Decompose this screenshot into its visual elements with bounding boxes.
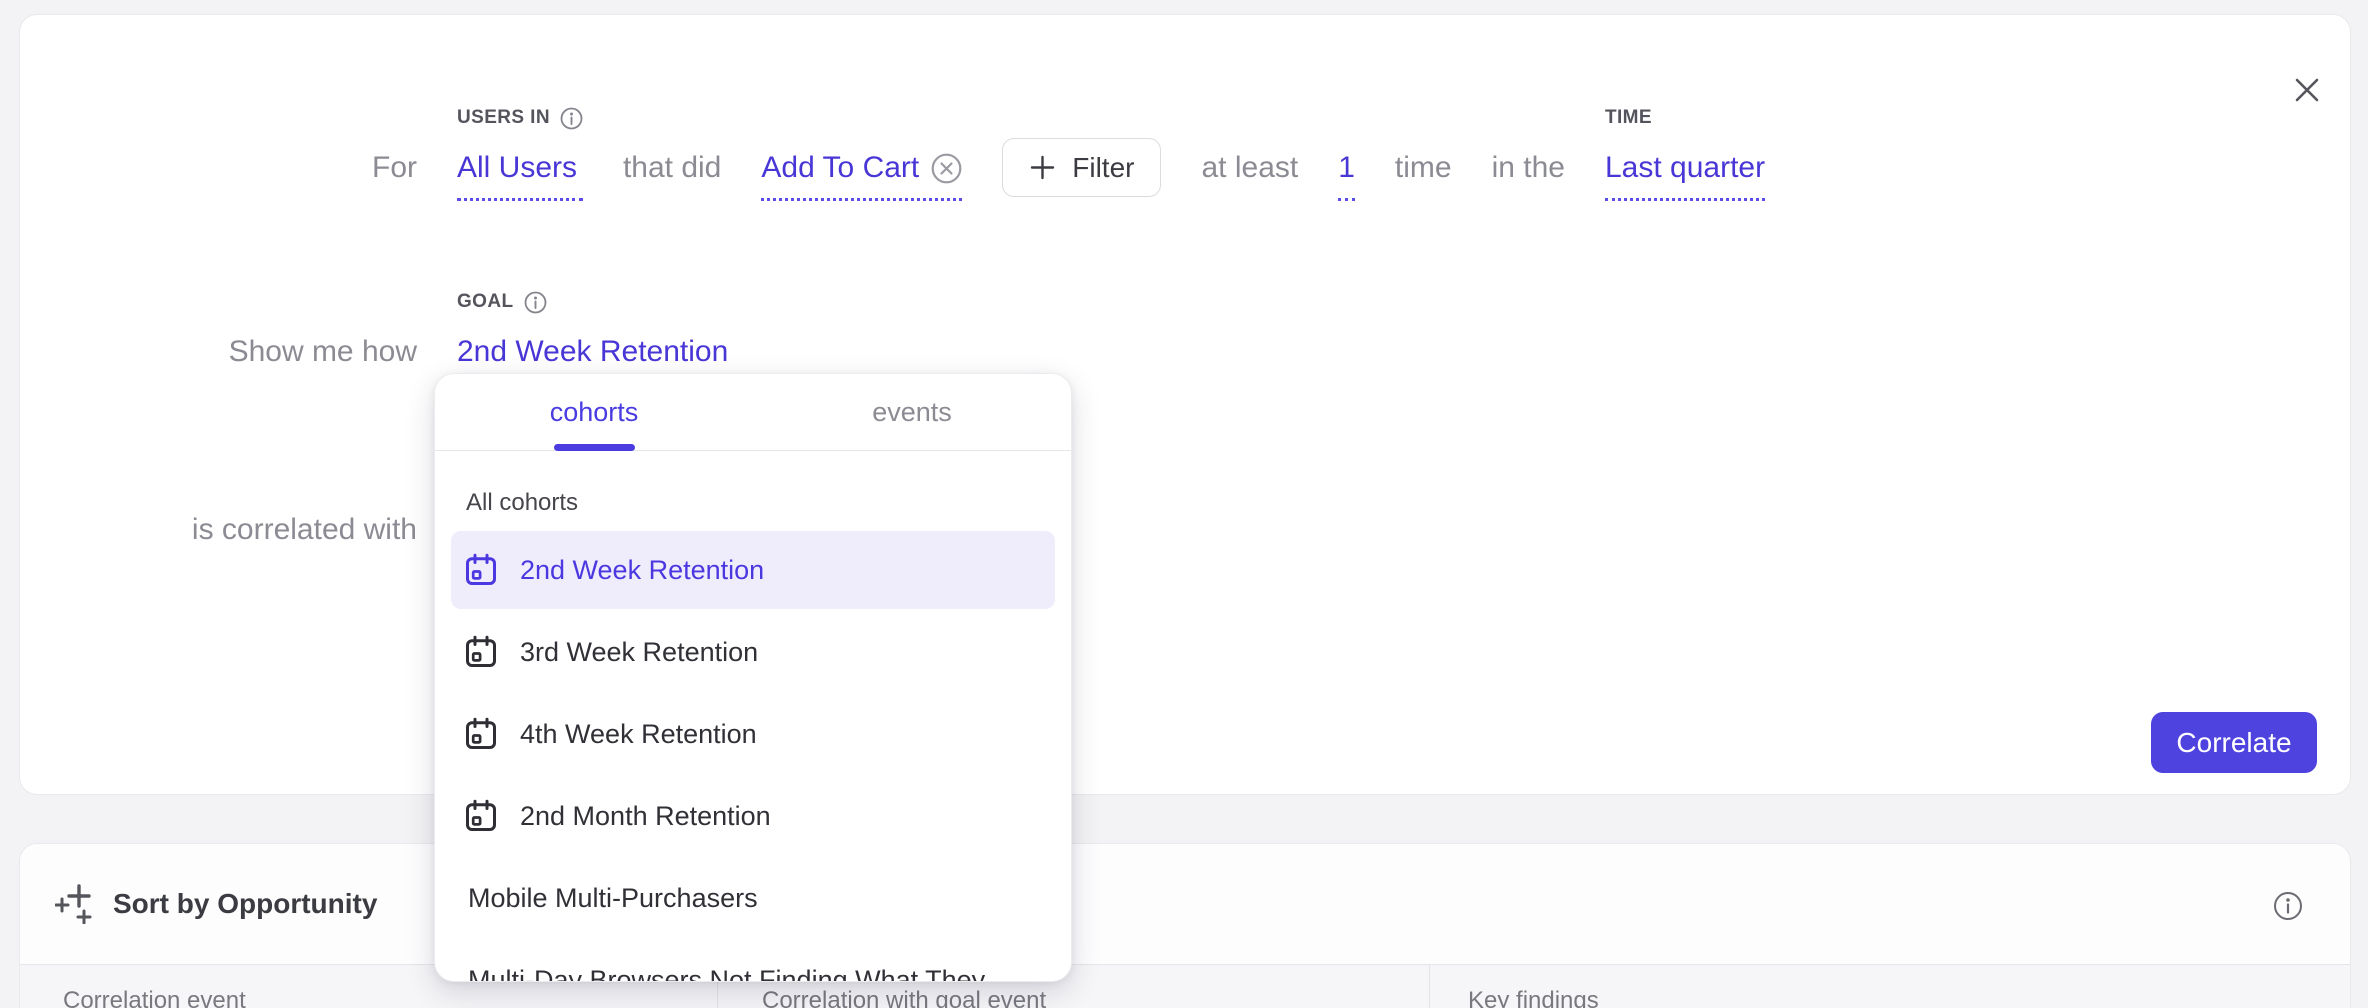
- count-slot: 1: [1338, 107, 1355, 201]
- sparkle-plus-icon: [55, 884, 103, 924]
- time-text: time: [1395, 151, 1452, 185]
- sort-by-opportunity-button[interactable]: Sort by Opportunity: [55, 884, 377, 924]
- correlation-query-page: For USERS IN All Users that did Add To C…: [0, 0, 2368, 1008]
- row2-prefix: Show me how: [167, 335, 417, 369]
- query-row-users: For USERS IN All Users that did Add To C…: [167, 107, 1765, 201]
- time-slot: TIME Last quarter: [1605, 107, 1765, 201]
- close-icon: [2294, 77, 2320, 103]
- row1-prefix: For: [167, 151, 417, 185]
- calendar-icon: [463, 716, 499, 752]
- results-table-header: Correlation event Correlation with goal …: [20, 964, 2350, 1008]
- users-in-slot: USERS IN All Users: [457, 107, 583, 201]
- that-did-text: that did: [623, 151, 721, 185]
- row3-prefix: is correlated with: [167, 513, 417, 547]
- dropdown-tabs: cohorts events: [435, 374, 1071, 451]
- cohort-option-label: Multi-Day Browsers Not Finding What They: [468, 965, 985, 983]
- time-label-text: TIME: [1605, 107, 1652, 129]
- goal-label-text: GOAL: [457, 291, 514, 313]
- cohort-option-label: 2nd Month Retention: [520, 801, 771, 832]
- cohort-option-3rd-week-retention[interactable]: 3rd Week Retention: [451, 611, 1055, 693]
- cohort-option-4th-week-retention[interactable]: 4th Week Retention: [451, 693, 1055, 775]
- users-in-label: USERS IN: [457, 107, 583, 151]
- query-builder-card: For USERS IN All Users that did Add To C…: [19, 14, 2351, 795]
- results-card: Sort by Opportunity Correlation event Co…: [19, 843, 2351, 1008]
- event-selector[interactable]: Add To Cart: [761, 151, 962, 201]
- calendar-icon: [463, 552, 499, 588]
- tab-cohorts[interactable]: cohorts: [435, 374, 753, 450]
- correlate-button[interactable]: Correlate: [2151, 712, 2317, 773]
- info-icon[interactable]: [524, 291, 547, 314]
- event-selector-label: Add To Cart: [761, 151, 919, 185]
- at-least-text: at least: [1201, 151, 1298, 185]
- info-icon: [2273, 891, 2303, 921]
- close-button[interactable]: [2282, 65, 2332, 115]
- cohort-option-label: 2nd Week Retention: [520, 555, 764, 586]
- goal-label: GOAL: [457, 291, 728, 335]
- calendar-icon: [463, 634, 499, 670]
- cohort-option-label: 3rd Week Retention: [520, 637, 758, 668]
- add-filter-label: Filter: [1072, 152, 1134, 184]
- cohort-option-2nd-week-retention[interactable]: 2nd Week Retention: [451, 531, 1055, 609]
- calendar-icon: [463, 798, 499, 834]
- tab-events[interactable]: events: [753, 374, 1071, 450]
- cohort-option-multi-day-browsers[interactable]: Multi-Day Browsers Not Finding What They: [451, 939, 1055, 982]
- remove-event-icon[interactable]: [931, 153, 962, 184]
- count-input[interactable]: 1: [1338, 151, 1355, 201]
- plus-icon: [1029, 154, 1056, 181]
- active-tab-indicator: [554, 444, 635, 451]
- info-icon[interactable]: [560, 107, 583, 130]
- cohort-option-label: Mobile Multi-Purchasers: [468, 883, 758, 914]
- sort-by-opportunity-label: Sort by Opportunity: [113, 888, 377, 920]
- cohort-section-header: All cohorts: [466, 489, 1071, 517]
- add-filter-button[interactable]: Filter: [1002, 138, 1161, 197]
- cohort-selector[interactable]: All Users: [457, 151, 583, 201]
- results-toolbar: Sort by Opportunity: [20, 844, 2350, 964]
- column-header-key-findings: Key findings: [1429, 965, 2350, 1008]
- time-range-selector[interactable]: Last quarter: [1605, 151, 1765, 201]
- time-label: TIME: [1605, 107, 1765, 151]
- cohort-option-2nd-month-retention[interactable]: 2nd Month Retention: [451, 775, 1055, 857]
- users-in-label-text: USERS IN: [457, 107, 550, 129]
- goal-picker-dropdown: cohorts events All cohorts 2nd Week Rete…: [434, 373, 1072, 982]
- cohort-option-label: 4th Week Retention: [520, 719, 757, 750]
- event-slot: Add To Cart: [761, 107, 962, 201]
- cohort-list: 2nd Week Retention 3rd Week Retention 4t…: [435, 531, 1071, 982]
- cohort-option-mobile-multi-purchasers[interactable]: Mobile Multi-Purchasers: [451, 857, 1055, 939]
- results-info-button[interactable]: [2271, 890, 2305, 924]
- in-the-text: in the: [1492, 151, 1565, 185]
